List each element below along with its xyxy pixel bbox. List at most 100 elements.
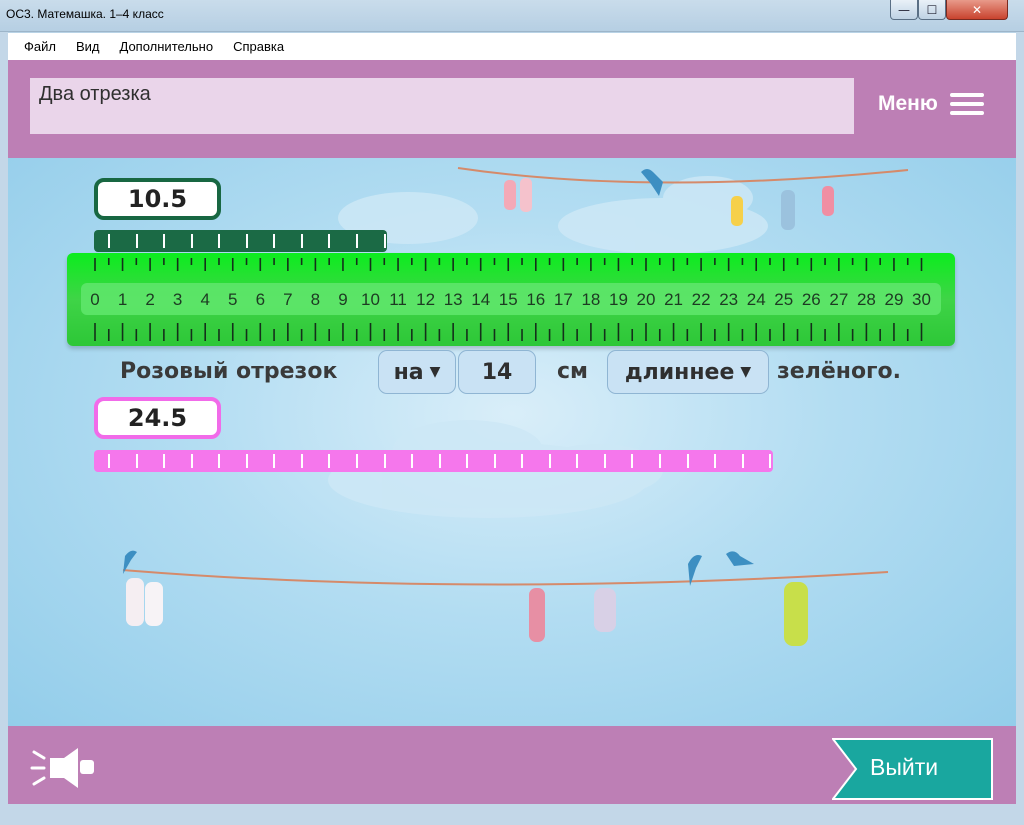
preposition-value: на (393, 359, 424, 385)
ruler-label: 23 (719, 290, 738, 309)
segment-tick (190, 454, 193, 468)
minimize-button[interactable]: — (890, 0, 918, 20)
segment-tick (328, 454, 331, 468)
pink-segment-value: 24.5 (94, 397, 221, 439)
ruler-label: 17 (554, 290, 573, 309)
menu-label: Меню (878, 92, 938, 115)
segment-tick (273, 454, 276, 468)
exit-button[interactable]: Выйти (830, 738, 994, 800)
ruler-label: 8 (311, 290, 320, 309)
segment-tick (245, 234, 248, 248)
segment-tick (135, 234, 138, 248)
segment-tick (686, 454, 689, 468)
pink-segment[interactable] (94, 450, 773, 472)
segment-tick (714, 454, 717, 468)
segment-tick (659, 454, 661, 468)
title-bar: ОС3. Матемашка. 1–4 класс — ☐ ✕ (0, 0, 1024, 32)
answer-sentence: Розовый отрезок на ▼ 14 см длиннее ▼ зел… (8, 349, 1016, 395)
menu-view[interactable]: Вид (76, 39, 100, 54)
task-title: Два отрезка (39, 83, 151, 105)
unit-label: см (557, 359, 589, 384)
menu-button[interactable]: Меню (878, 92, 984, 116)
segment-tick (383, 234, 386, 248)
segment-tick (548, 454, 551, 468)
ruler-label: 5 (228, 290, 237, 309)
ruler-label: 3 (173, 290, 182, 309)
app-header: Два отрезка Меню (8, 60, 1016, 158)
hamburger-icon (949, 93, 984, 115)
difference-input[interactable]: 14 (458, 350, 536, 394)
sound-icon[interactable] (30, 744, 96, 792)
comparison-value: длиннее (624, 359, 735, 385)
segment-tick (108, 454, 110, 468)
segment-tick (300, 454, 303, 468)
ruler-label: 10 (361, 290, 380, 309)
window-title: ОС3. Матемашка. 1–4 класс (6, 7, 164, 21)
dropdown-arrow-icon: ▼ (740, 364, 752, 380)
segment-tick (135, 454, 138, 468)
segment-tick (355, 454, 358, 468)
app-footer: Выйти (8, 726, 1016, 804)
ruler-label: 25 (774, 290, 793, 309)
task-title-box: Два отрезка (30, 78, 854, 134)
ruler-label: 18 (581, 290, 600, 309)
maximize-icon: ☐ (926, 2, 938, 17)
window-bottom-edge (0, 804, 1024, 825)
ruler-label: 22 (692, 290, 711, 309)
ruler-label: 13 (444, 290, 463, 309)
segment-tick (355, 234, 358, 248)
preposition-dropdown[interactable]: на ▼ (378, 350, 456, 394)
menu-extra[interactable]: Дополнительно (120, 39, 214, 54)
ruler-scale: 0 1 2 3 4 5 6 7 8 9 10 11 12 13 14 15 16 17 18 19 20 21 22 23 24… (90, 258, 931, 341)
window-frame-right (1016, 32, 1024, 804)
ruler-label: 9 (338, 290, 347, 309)
menu-bar: Файл Вид Дополнительно Справка (8, 33, 1016, 60)
menu-help[interactable]: Справка (233, 39, 284, 54)
maximize-button[interactable]: ☐ (918, 0, 946, 20)
clothesline-bottom (122, 569, 889, 586)
segment-tick (631, 454, 634, 468)
dropdown-arrow-icon: ▼ (429, 364, 441, 380)
exercise-stage: 10.5 0 1 2 3 4 5 6 7 8 9 10 11 12 13 14 15 16 17 18 19 20 21 2… (8, 158, 1016, 726)
menu-file[interactable]: Файл (24, 39, 56, 54)
window-frame-left (0, 32, 8, 804)
green-segment[interactable] (94, 230, 388, 252)
ruler-label: 21 (664, 290, 683, 309)
segment-tick (576, 454, 579, 468)
ruler-label: 7 (283, 290, 292, 309)
segment-tick (163, 234, 166, 248)
segment-tick (383, 454, 386, 468)
ruler-label: 27 (829, 290, 848, 309)
exit-label: Выйти (870, 754, 939, 780)
segment-tick (300, 234, 303, 248)
ruler-label: 20 (637, 290, 656, 309)
segment-tick (741, 454, 744, 468)
ruler-label: 0 (90, 290, 99, 309)
app-window: ОС3. Матемашка. 1–4 класс — ☐ ✕ Файл Вид… (0, 0, 1024, 825)
segment-tick (245, 454, 248, 468)
comparison-dropdown[interactable]: длиннее ▼ (607, 350, 769, 394)
segment-tick (273, 234, 276, 248)
segment-tick (466, 454, 469, 468)
ruler-label: 11 (389, 290, 407, 309)
segment-tick (218, 234, 221, 248)
sentence-object: зелёного. (777, 359, 902, 384)
ruler-label: 19 (609, 290, 628, 309)
ruler-label: 26 (802, 290, 821, 309)
ruler-label: 6 (256, 290, 265, 309)
segment-tick (438, 454, 441, 468)
ruler-label: 1 (118, 290, 127, 309)
ruler-label: 12 (416, 290, 435, 309)
segment-tick (328, 234, 331, 248)
ruler-label: 30 (912, 290, 931, 309)
segment-tick (521, 454, 524, 468)
close-button[interactable]: ✕ (946, 0, 1008, 20)
ruler-label: 14 (471, 290, 490, 309)
ruler-label: 2 (145, 290, 154, 309)
ruler-label: 16 (526, 290, 545, 309)
app-area: Два отрезка Меню 10.5 0 1 2 3 4 5 6 7 8 … (8, 60, 1016, 804)
segment-tick (493, 454, 496, 468)
green-segment-value: 10.5 (94, 178, 221, 220)
ruler-label: 15 (499, 290, 518, 309)
close-icon: ✕ (971, 2, 983, 17)
